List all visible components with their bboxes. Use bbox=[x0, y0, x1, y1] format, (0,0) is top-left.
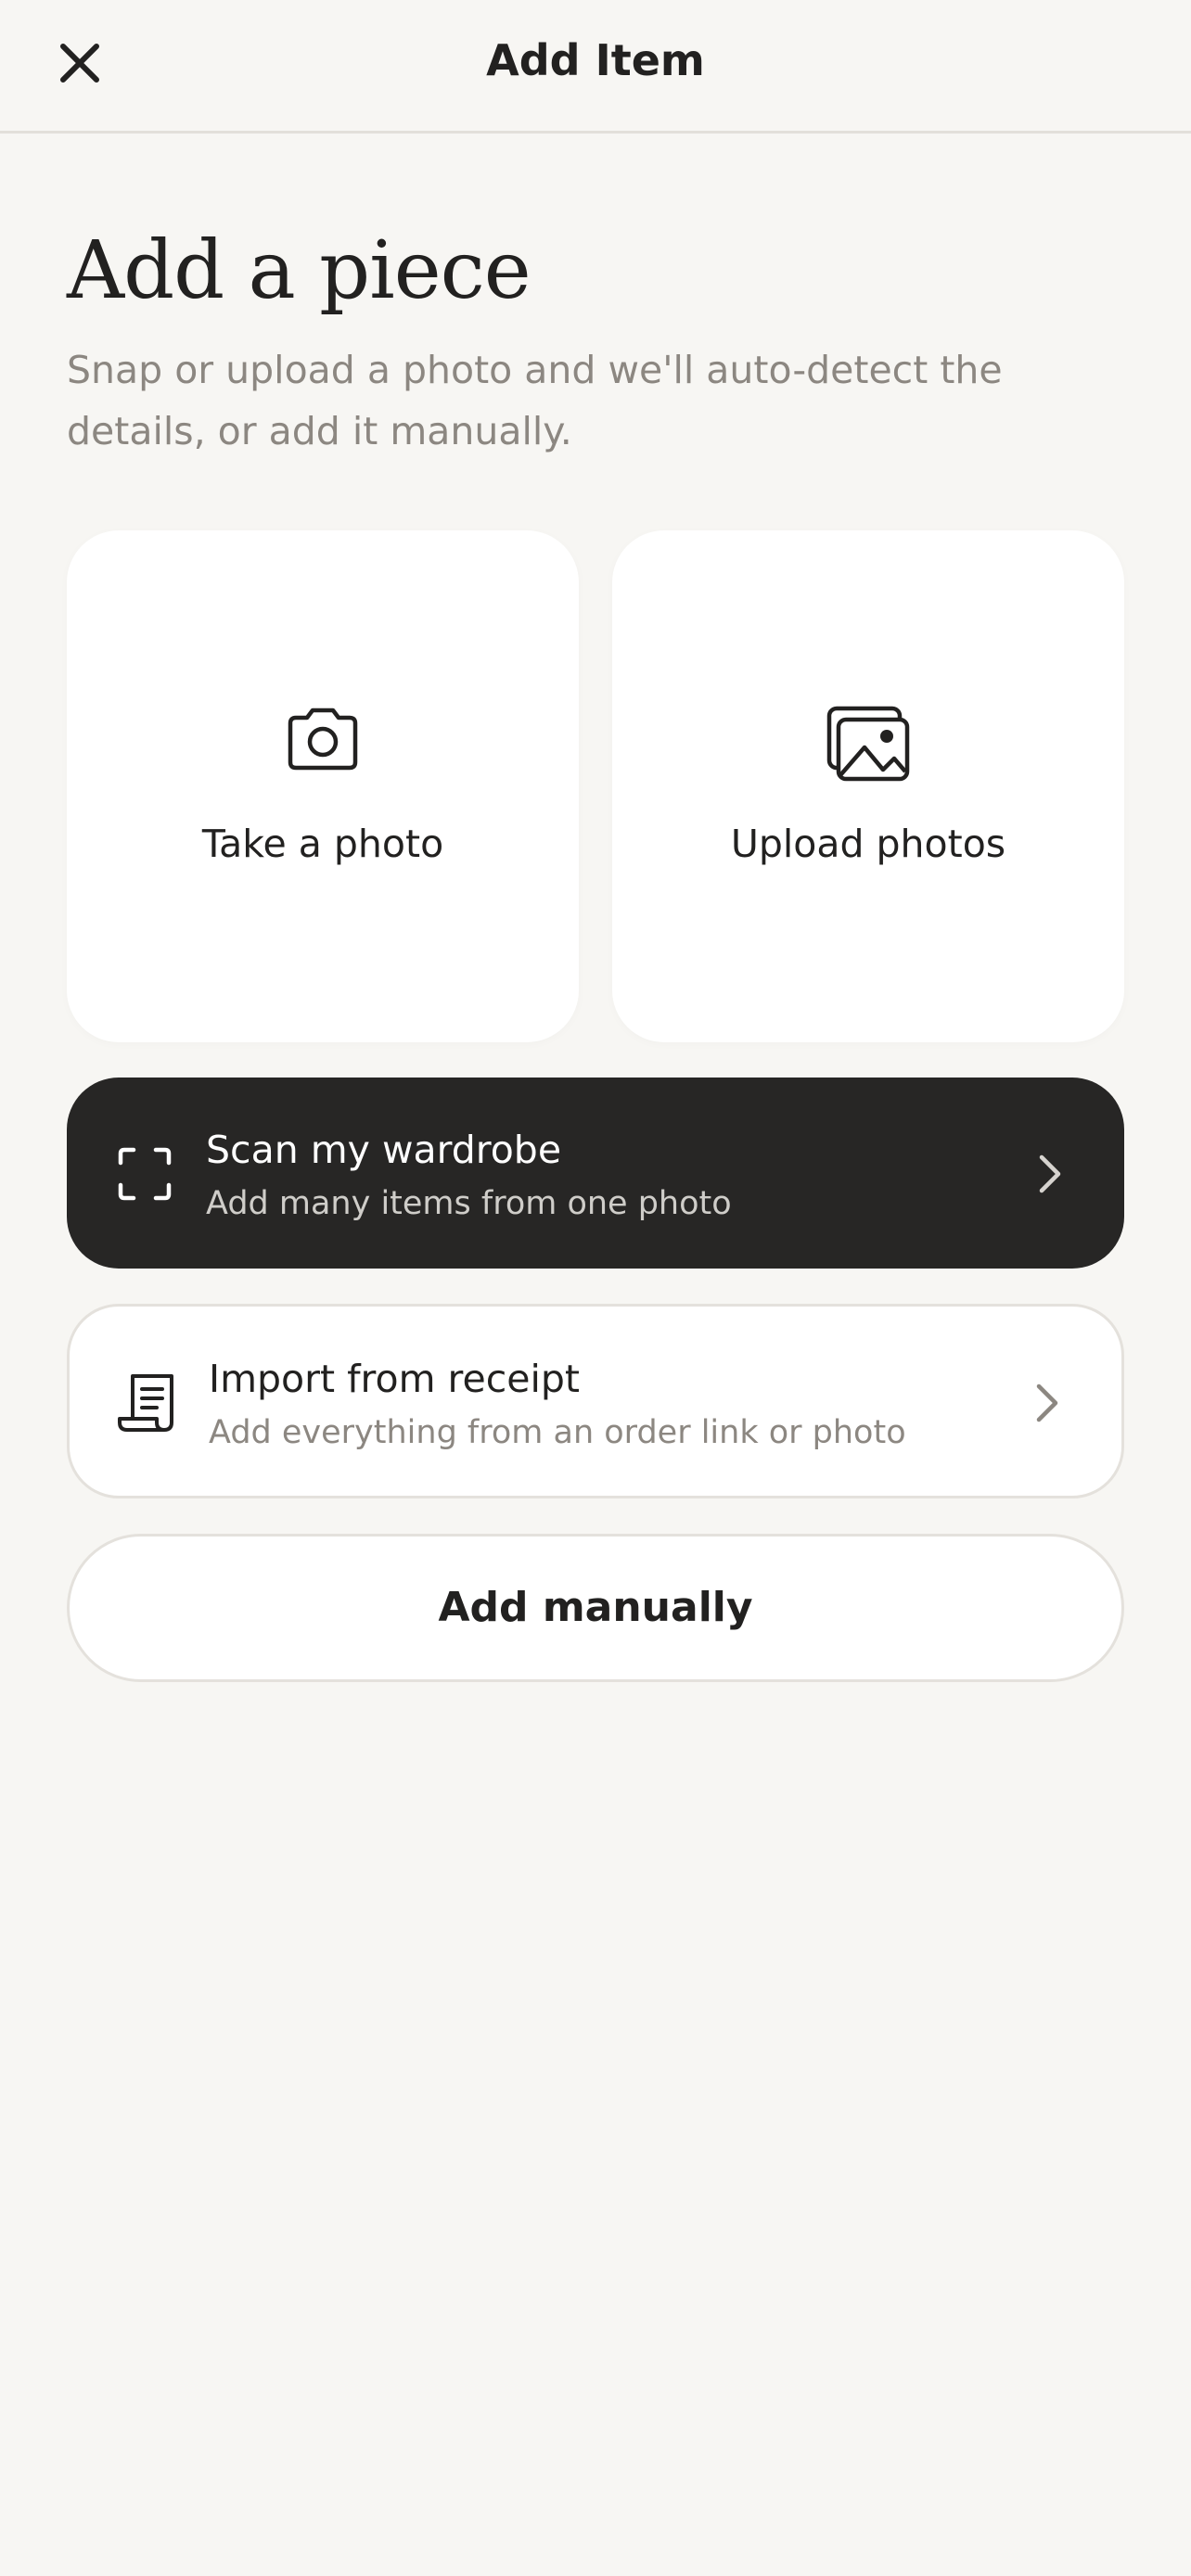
receipt-icon bbox=[118, 1374, 173, 1432]
camera-icon bbox=[288, 708, 358, 771]
add-manually-button[interactable]: Add manually bbox=[67, 1534, 1124, 1682]
chevron-right-icon bbox=[1039, 1154, 1061, 1193]
page-header-title: Add Item bbox=[486, 35, 705, 85]
take-photo-label: Take a photo bbox=[201, 822, 444, 866]
chevron-right-icon bbox=[1036, 1384, 1058, 1422]
image-gallery-icon bbox=[826, 706, 910, 782]
page-subtitle: Snap or upload a photo and we'll auto-de… bbox=[67, 348, 1003, 453]
import-receipt-button[interactable]: Import from receipt Add everything from … bbox=[67, 1304, 1124, 1498]
upload-photos-label: Upload photos bbox=[730, 822, 1006, 866]
scan-wardrobe-subtitle: Add many items from one photo bbox=[206, 1185, 732, 1222]
import-receipt-subtitle: Add everything from an order link or pho… bbox=[209, 1414, 906, 1451]
upload-photos-tile[interactable]: Upload photos bbox=[612, 530, 1124, 1042]
take-photo-tile[interactable]: Take a photo bbox=[67, 530, 579, 1042]
scan-wardrobe-title: Scan my wardrobe bbox=[206, 1128, 562, 1172]
scan-wardrobe-button[interactable]: Scan my wardrobe Add many items from one… bbox=[67, 1078, 1124, 1269]
top-bar: Add Item bbox=[0, 0, 1191, 134]
import-receipt-title: Import from receipt bbox=[209, 1357, 580, 1401]
scan-frame-icon bbox=[118, 1147, 172, 1201]
page-title: Add a piece bbox=[67, 224, 531, 317]
